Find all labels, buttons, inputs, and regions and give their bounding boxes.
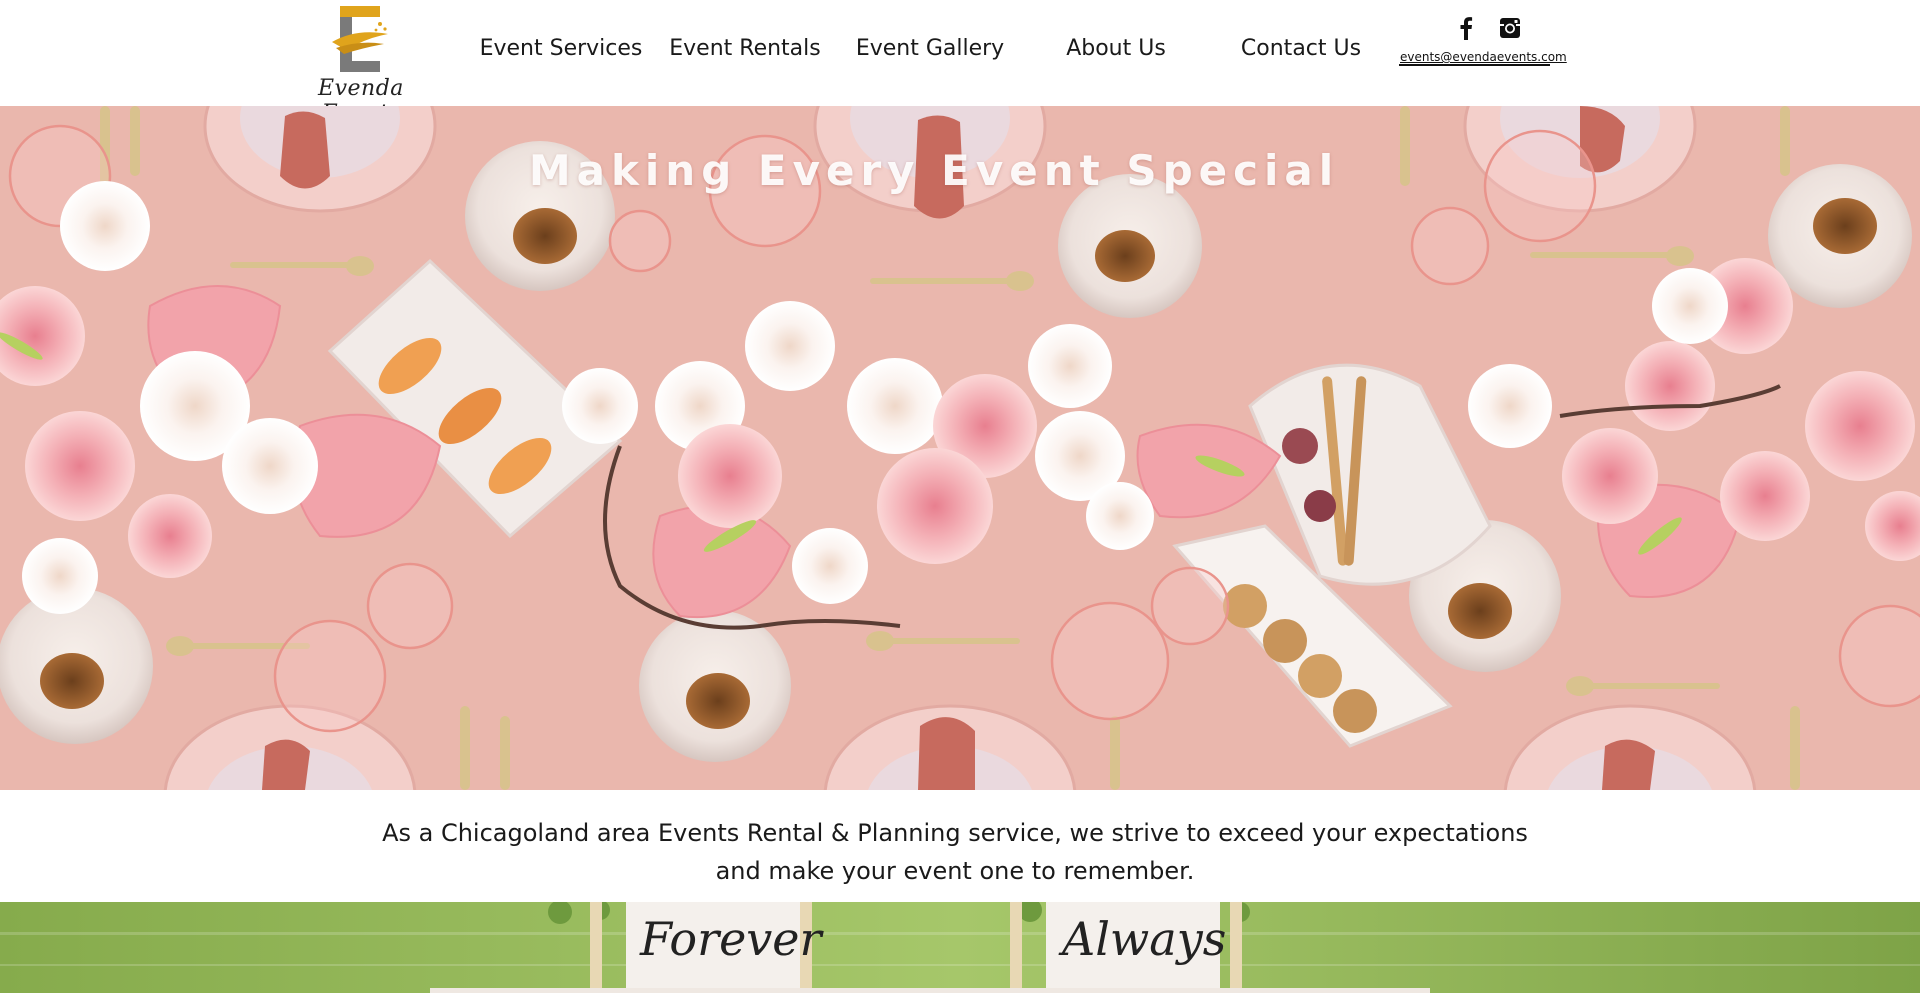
sign-always: Always [1062, 912, 1227, 966]
logo-mark-icon [332, 6, 388, 72]
email-underline [1399, 64, 1550, 66]
site-header: Evenda Events Event Services Event Renta… [0, 0, 1920, 126]
nav-about-us[interactable]: About Us [1031, 36, 1201, 61]
intro-section: As a Chicagoland area Events Rental & Pl… [0, 790, 1920, 902]
wedding-banner: Forever Always [0, 902, 1920, 993]
intro-line-1: As a Chicagoland area Events Rental & Pl… [382, 819, 1528, 847]
wedding-signs-image [0, 902, 1920, 993]
hero-title: Making Every Event Special [528, 146, 1340, 195]
nav-event-rentals[interactable]: Event Rentals [660, 36, 830, 61]
nav-contact-us[interactable]: Contact Us [1216, 36, 1386, 61]
email-link[interactable]: events@evendaevents.com [1400, 50, 1567, 64]
intro-text: As a Chicagoland area Events Rental & Pl… [340, 814, 1570, 890]
instagram-icon[interactable] [1496, 14, 1524, 42]
nav-event-services[interactable]: Event Services [476, 36, 646, 61]
intro-line-2: and make your event one to remember. [715, 857, 1195, 885]
hero-banner: Making Every Event Special [0, 106, 1920, 790]
sign-forever: Forever [640, 912, 822, 966]
logo[interactable]: Evenda Events [286, 4, 436, 126]
facebook-icon[interactable] [1452, 14, 1480, 42]
hero-tablescape-image [0, 106, 1920, 790]
nav-event-gallery[interactable]: Event Gallery [845, 36, 1015, 61]
